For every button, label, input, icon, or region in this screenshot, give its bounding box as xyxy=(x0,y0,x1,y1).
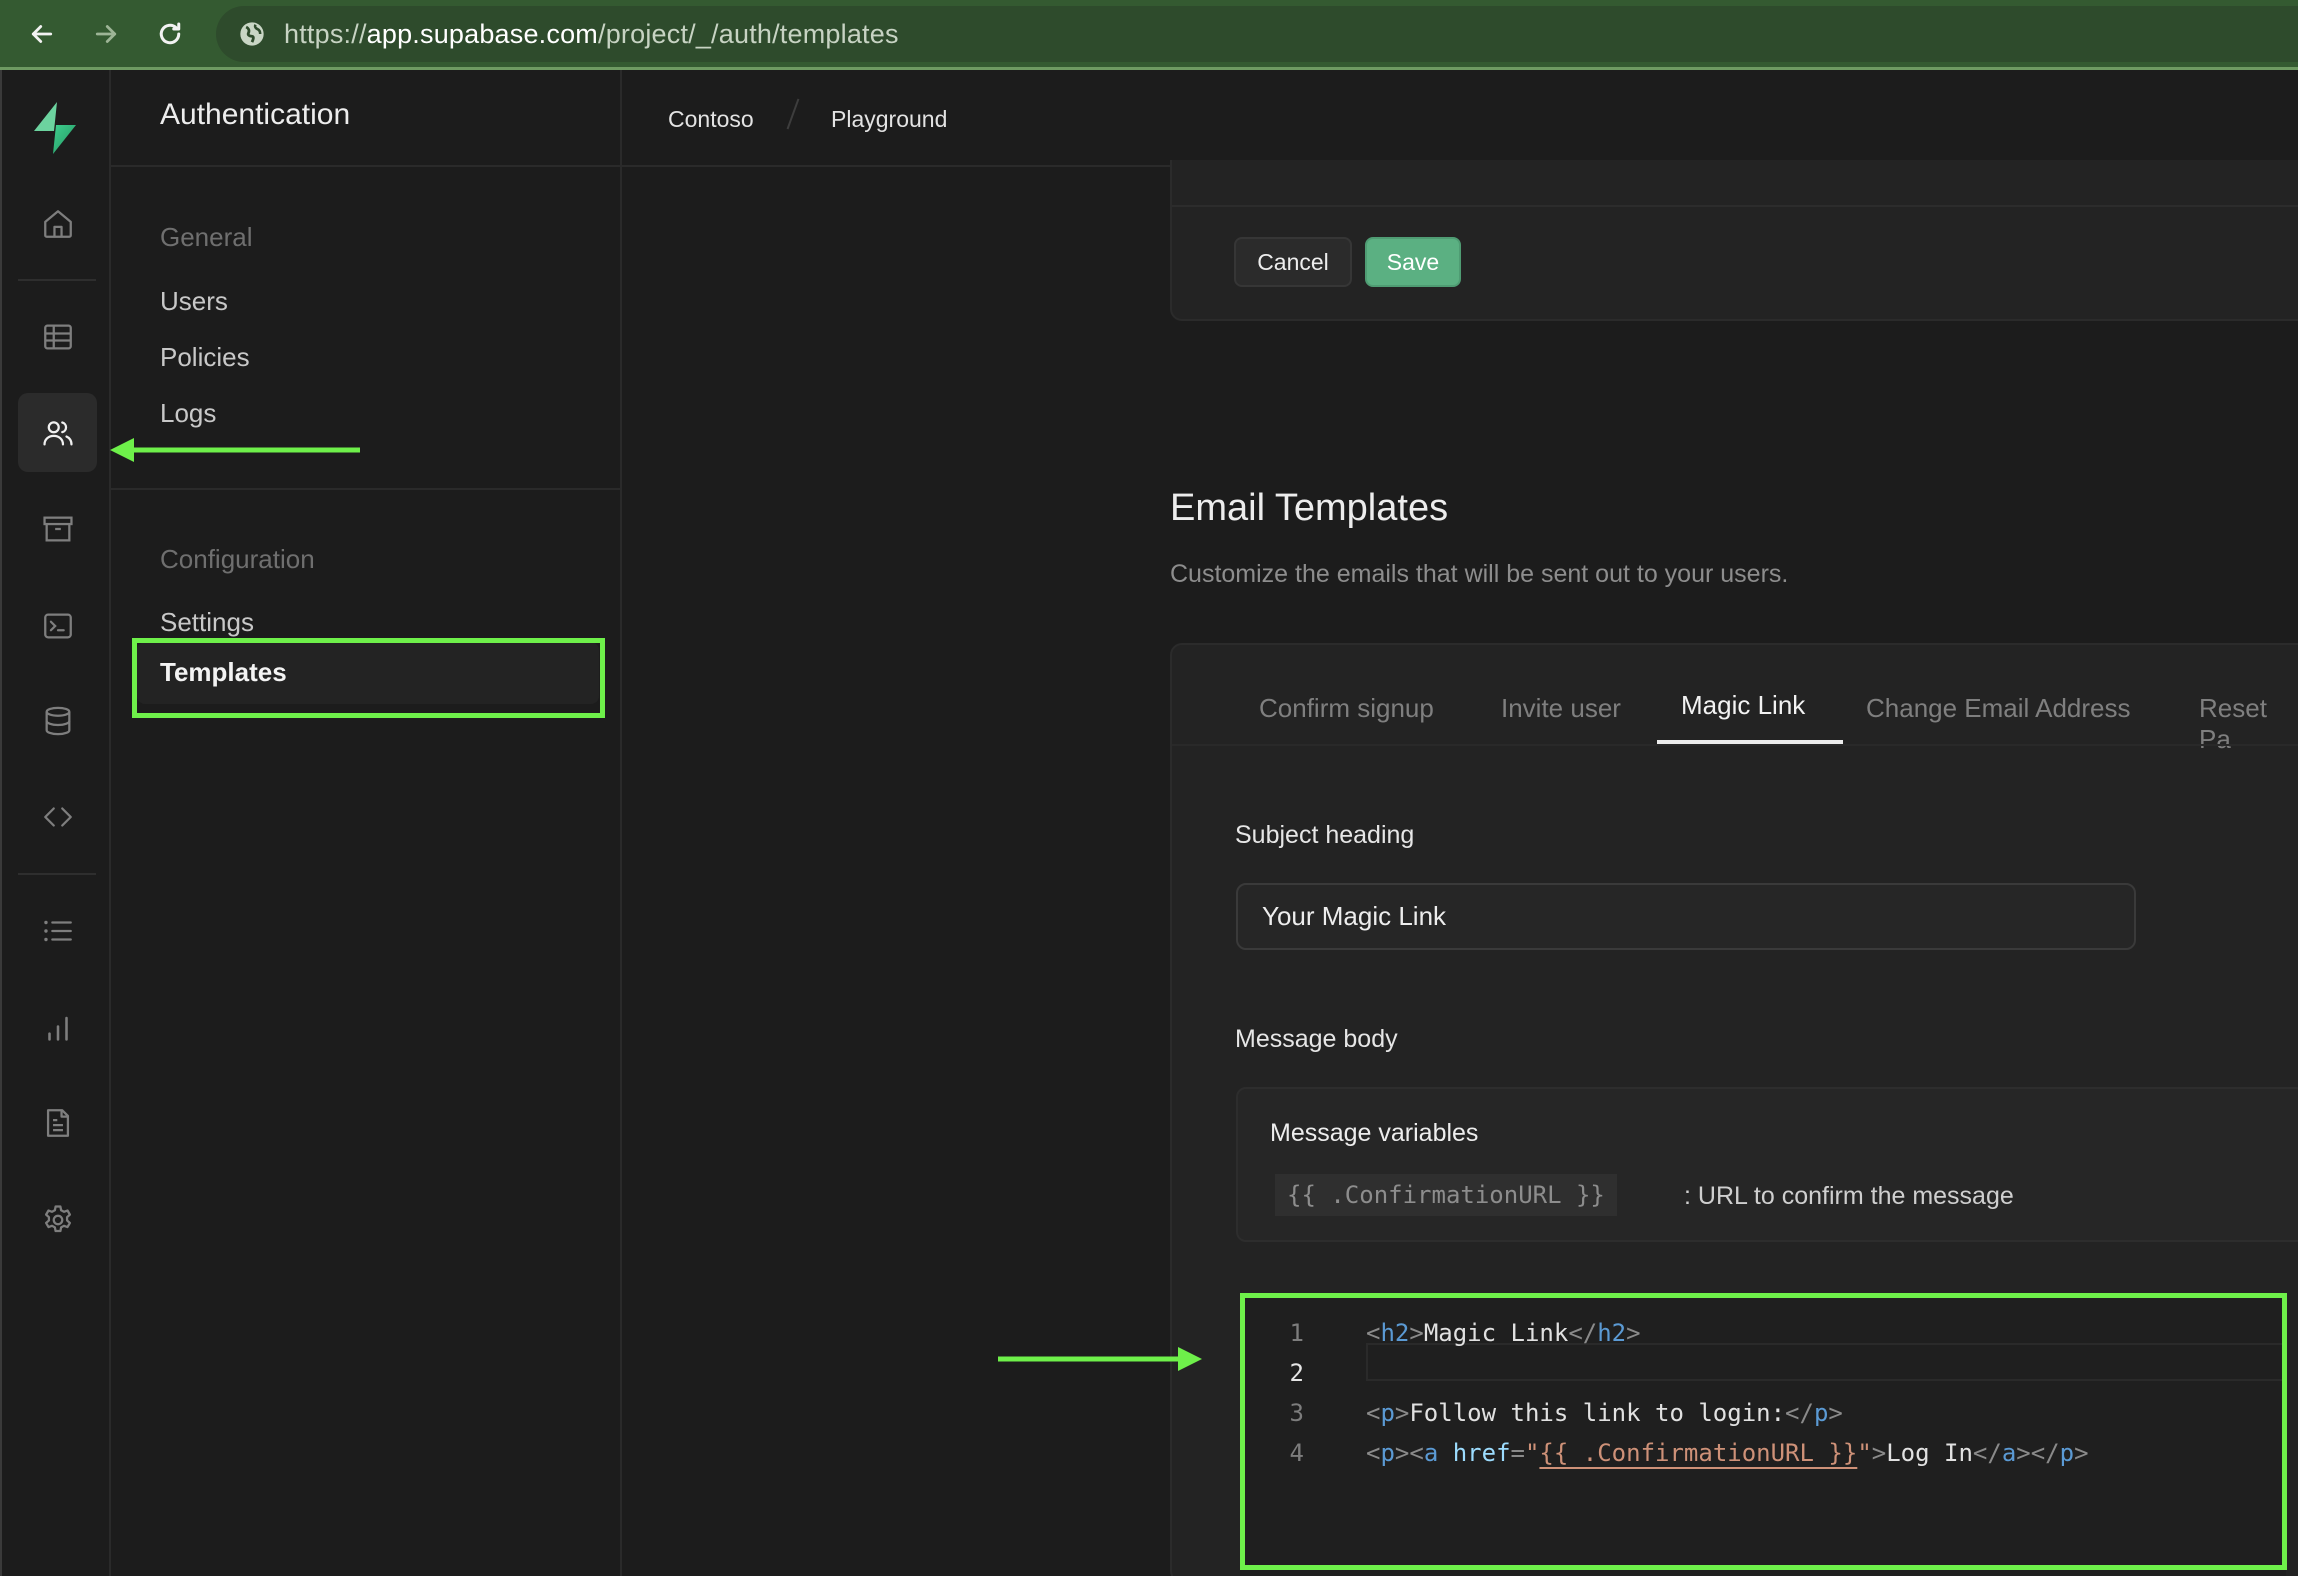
active-tab-indicator xyxy=(1657,740,1843,744)
message-variables-title: Message variables xyxy=(1270,1119,1479,1147)
breadcrumb-separator xyxy=(786,98,800,130)
code-icon xyxy=(43,806,72,827)
subject-heading-field[interactable] xyxy=(1236,883,2136,950)
variable-token: {{ .ConfirmationURL }} xyxy=(1275,1174,1617,1216)
icon-rail xyxy=(0,70,111,1576)
section-title: Email Templates xyxy=(1170,487,1449,529)
menu-item-policies[interactable]: Policies xyxy=(160,342,250,373)
rail-item-api[interactable] xyxy=(18,777,97,856)
document-icon xyxy=(46,1108,69,1137)
rail-item-logs[interactable] xyxy=(18,891,97,970)
submenu-title: Authentication xyxy=(160,98,351,131)
rail-item-database[interactable] xyxy=(18,681,97,760)
forward-arrow-icon xyxy=(95,25,117,43)
terminal-icon xyxy=(43,613,72,638)
rail-item-reports[interactable] xyxy=(18,988,97,1067)
card-divider xyxy=(1172,205,2298,207)
url-text: https://app.supabase.com/project/_/auth/… xyxy=(284,19,899,50)
rail-item-docs[interactable] xyxy=(18,1083,97,1162)
tab-confirm-signup[interactable]: Confirm signup xyxy=(1259,693,1434,724)
address-bar[interactable]: https://app.supabase.com/project/_/auth/… xyxy=(216,6,2298,62)
site-info-icon xyxy=(240,22,264,46)
page-header: Contoso Playground xyxy=(622,70,2298,167)
table-icon xyxy=(43,324,72,349)
save-button[interactable]: Save xyxy=(1365,237,1461,287)
reload-button[interactable] xyxy=(150,14,190,54)
menu-divider xyxy=(111,488,622,490)
breadcrumb-org[interactable]: Contoso xyxy=(668,106,754,133)
back-arrow-icon xyxy=(31,25,53,43)
cancel-button[interactable]: Cancel xyxy=(1234,237,1352,287)
templates-highlight-box xyxy=(132,638,605,718)
back-button[interactable] xyxy=(22,14,62,54)
annotation-arrow-right-icon xyxy=(998,1347,1202,1371)
users-icon xyxy=(42,420,73,445)
message-body-label: Message body xyxy=(1235,1025,1398,1053)
rail-item-storage[interactable] xyxy=(18,489,97,568)
rail-item-home[interactable] xyxy=(18,184,97,263)
supabase-logo-icon[interactable] xyxy=(30,102,80,154)
breadcrumb-project[interactable]: Playground xyxy=(831,106,947,133)
subject-heading-label: Subject heading xyxy=(1235,821,1415,849)
browser-toolbar: https://app.supabase.com/project/_/auth/… xyxy=(0,0,2298,70)
auth-submenu: Authentication General Users Policies Lo… xyxy=(111,70,622,1576)
section-label-configuration: Configuration xyxy=(160,544,315,574)
section-subtitle: Customize the emails that will be sent o… xyxy=(1170,560,1789,588)
database-icon xyxy=(45,706,70,735)
rail-item-settings[interactable] xyxy=(18,1180,97,1259)
archive-icon xyxy=(42,516,73,541)
submenu-header: Authentication xyxy=(111,70,622,167)
rail-item-sql-editor[interactable] xyxy=(18,586,97,665)
tab-invite-user[interactable]: Invite user xyxy=(1501,693,1621,724)
forward-button[interactable] xyxy=(86,14,126,54)
bar-chart-icon xyxy=(47,1016,68,1041)
home-icon xyxy=(43,209,72,238)
editor-highlight-box xyxy=(1240,1293,2287,1570)
url-host: app.supabase.com xyxy=(366,18,598,49)
annotation-arrow-left-icon xyxy=(110,438,360,462)
variable-description: : URL to confirm the message xyxy=(1684,1182,2014,1210)
section-label-general: General xyxy=(160,222,253,252)
url-path: /project/_/auth/templates xyxy=(598,18,899,49)
menu-item-logs[interactable]: Logs xyxy=(160,398,216,429)
reload-icon xyxy=(159,22,181,45)
rail-item-authentication[interactable] xyxy=(18,393,97,472)
rail-divider xyxy=(18,873,96,875)
rail-item-table-editor[interactable] xyxy=(18,297,97,376)
settings-card-footer: Cancel Save xyxy=(1170,160,2298,321)
tab-change-email-address[interactable]: Change Email Address xyxy=(1866,693,2130,724)
tab-magic-link[interactable]: Magic Link xyxy=(1681,690,1805,721)
gear-icon xyxy=(44,1204,71,1232)
menu-item-settings[interactable]: Settings xyxy=(160,607,254,638)
rail-divider xyxy=(18,279,96,281)
subject-heading-input[interactable] xyxy=(1238,885,2134,948)
tabs-divider xyxy=(1172,744,2298,746)
menu-item-users[interactable]: Users xyxy=(160,286,228,317)
url-protocol: https:// xyxy=(284,18,367,49)
list-icon xyxy=(43,920,72,941)
message-variables-panel: Message variables {{ .ConfirmationURL }}… xyxy=(1236,1087,2298,1242)
